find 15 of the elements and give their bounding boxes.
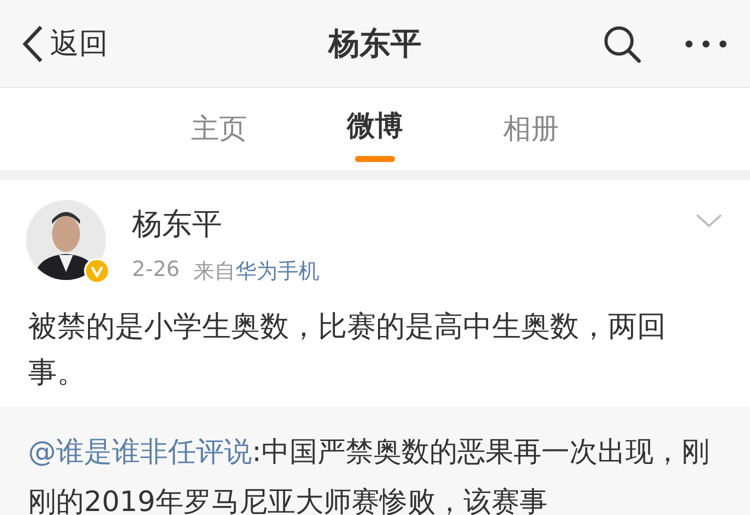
repost-text: @谁是谁非任评说:中国严禁奥数的恶果再一次出现，刚刚的2019年罗马尼亚大师赛惨败，该赛事 xyxy=(28,434,710,515)
source-link[interactable]: 华为手机 xyxy=(236,257,320,285)
back-button[interactable]: 返回 xyxy=(22,24,108,64)
tab[interactable]: 主页 xyxy=(187,88,251,170)
post-text: 被禁的是小学生奥数，比赛的是高中生奥数，两回事。 xyxy=(27,308,667,391)
more-icon[interactable] xyxy=(684,38,728,48)
mention-link[interactable]: @谁是谁非任评说 xyxy=(28,435,252,468)
post-date: 2-26 xyxy=(132,257,180,283)
back-icon xyxy=(22,24,44,62)
search-icon[interactable] xyxy=(602,24,642,64)
page-title: 杨东平 xyxy=(328,24,422,64)
source-label: 来自 xyxy=(194,258,236,285)
tab[interactable]: 相册 xyxy=(499,88,563,170)
tab[interactable]: 微博 xyxy=(343,88,407,170)
author-name[interactable]: 杨东平 xyxy=(132,204,696,245)
